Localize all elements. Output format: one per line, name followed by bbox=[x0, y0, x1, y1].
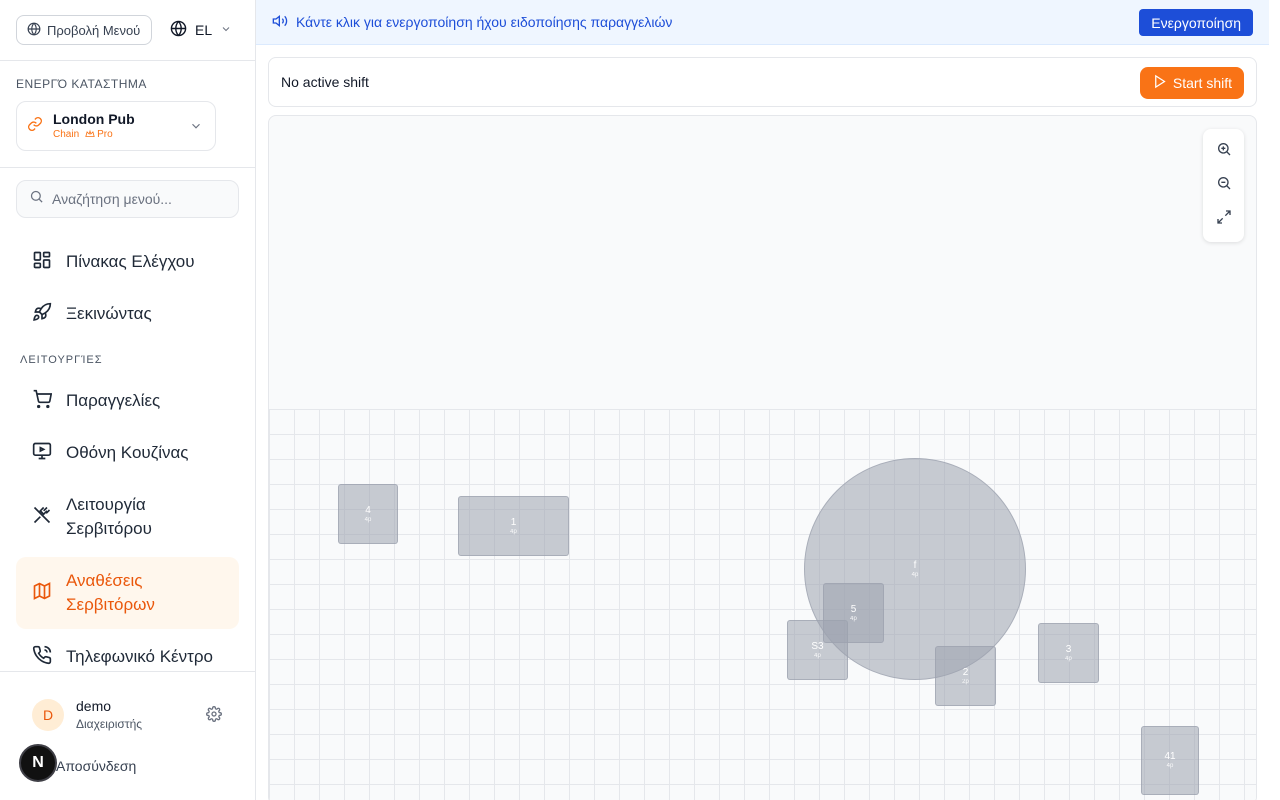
link-icon bbox=[27, 116, 43, 137]
table-1[interactable]: 1 4p bbox=[458, 496, 569, 556]
table-41[interactable]: 41 4p bbox=[1141, 726, 1199, 795]
nav-item-waiter-mode[interactable]: Λειτουργία Σερβιτόρου bbox=[16, 483, 239, 551]
table-number: 3 bbox=[1065, 643, 1072, 655]
store-plan: Pro bbox=[97, 128, 113, 140]
sound-notification-banner: Κάντε κλικ για ενεργοποίηση ήχου ειδοποί… bbox=[256, 0, 1269, 45]
table-4[interactable]: 4 4p bbox=[338, 484, 398, 544]
speaker-icon bbox=[272, 13, 288, 32]
floor-plan-canvas[interactable]: 4 4p 1 4p f 4p 5 4p S3 4p 2 2p 3 4p 41 4… bbox=[268, 115, 1257, 800]
table-number: S3 bbox=[811, 640, 824, 652]
menu-search[interactable] bbox=[16, 180, 239, 218]
table-seats: 2p bbox=[962, 678, 969, 685]
banner-text[interactable]: Κάντε κλικ για ενεργοποίηση ήχου ειδοποί… bbox=[296, 14, 672, 30]
nav-item-label: Αναθέσεις Σερβιτόρων bbox=[66, 571, 155, 614]
table-seats: 4p bbox=[850, 615, 857, 622]
map-icon bbox=[32, 581, 52, 606]
user-role: Διαχειριστής bbox=[76, 717, 143, 731]
table-seats: 4p bbox=[911, 571, 919, 578]
gear-icon[interactable] bbox=[206, 706, 222, 727]
nav-item-label: Τηλεφωνικό Κέντρο bbox=[66, 647, 213, 666]
language-selector[interactable]: EL bbox=[170, 18, 232, 42]
search-input[interactable] bbox=[52, 191, 222, 207]
table-number: 2 bbox=[962, 666, 969, 678]
nav-item-getting-started[interactable]: Ξεκινώντας bbox=[16, 292, 239, 336]
zoom-in-icon[interactable] bbox=[1216, 141, 1232, 162]
zoom-out-icon[interactable] bbox=[1216, 175, 1232, 196]
phone-icon bbox=[32, 645, 52, 670]
table-seats: 4p bbox=[814, 652, 821, 659]
globe-icon bbox=[170, 20, 187, 40]
table-seats: 4p bbox=[1065, 655, 1072, 662]
cart-icon bbox=[32, 389, 53, 414]
store-type: Chain bbox=[53, 128, 80, 140]
rocket-icon bbox=[32, 302, 52, 327]
divider bbox=[0, 167, 255, 168]
fit-view-icon[interactable] bbox=[1216, 209, 1232, 230]
logout-button[interactable]: Αποσύνδεση bbox=[56, 758, 136, 774]
avatar: D bbox=[32, 699, 64, 731]
zoom-controls bbox=[1203, 129, 1244, 242]
nav-item-waiter-assignments[interactable]: Αναθέσεις Σερβιτόρων bbox=[16, 557, 239, 629]
operations-section-label: ΛΕΙΤΟΥΡΓΊΕΣ bbox=[20, 354, 103, 366]
language-code: EL bbox=[195, 22, 213, 38]
sidebar: Προβολή Μενού EL ΕΝΕΡΓΌ ΚΑΤΑΣΤΗΜΑ London… bbox=[0, 0, 256, 800]
shift-status-text: No active shift bbox=[281, 74, 369, 90]
floor-grid bbox=[269, 409, 1256, 800]
utensils-icon bbox=[32, 505, 52, 530]
table-seats: 4p bbox=[1166, 763, 1174, 769]
chevron-down-icon bbox=[220, 22, 232, 38]
table-number: 5 bbox=[850, 603, 857, 615]
nav-item-orders[interactable]: Παραγγελίες bbox=[16, 379, 239, 423]
table-seats: 4p bbox=[364, 516, 372, 523]
dashboard-icon bbox=[32, 250, 52, 275]
nav-item-label: Παραγγελίες bbox=[66, 391, 161, 410]
table-number: f bbox=[913, 559, 917, 571]
start-shift-label: Start shift bbox=[1172, 75, 1232, 91]
store-selector[interactable]: London Pub Chain Pro bbox=[16, 101, 216, 151]
n-badge-button[interactable]: N bbox=[19, 744, 57, 782]
nav-item-label: Πίνακας Ελέγχου bbox=[66, 252, 195, 271]
nav-item-label: Οθόνη Κουζίνας bbox=[66, 443, 189, 462]
enable-sound-button[interactable]: Ενεργοποίηση bbox=[1139, 9, 1253, 36]
table-number: 41 bbox=[1164, 751, 1176, 762]
nav-item-label: Λειτουργία Σερβιτόρου bbox=[66, 495, 152, 538]
table-seats: 4p bbox=[510, 528, 517, 535]
store-name: London Pub bbox=[53, 110, 135, 127]
table-number: 4 bbox=[365, 504, 371, 516]
nav-item-kitchen-display[interactable]: Οθόνη Κουζίνας bbox=[16, 431, 239, 475]
start-shift-button[interactable]: Start shift bbox=[1139, 67, 1244, 99]
chevron-down-icon bbox=[189, 119, 203, 138]
sidebar-topbar: Προβολή Μενού EL bbox=[0, 0, 255, 61]
active-store-label: ΕΝΕΡΓΌ ΚΑΤΑΣΤΗΜΑ bbox=[16, 77, 147, 91]
user-name: demo bbox=[76, 698, 112, 714]
globe-icon bbox=[27, 22, 41, 39]
nav-item-dashboard[interactable]: Πίνακας Ελέγχου bbox=[16, 240, 239, 284]
crown-icon bbox=[85, 129, 95, 142]
table-number: 1 bbox=[510, 516, 517, 528]
nav-item-label: Ξεκινώντας bbox=[66, 304, 152, 323]
play-icon bbox=[1152, 74, 1167, 92]
menu-view-label: Προβολή Μενού bbox=[47, 22, 141, 38]
table-3[interactable]: 3 4p bbox=[1038, 623, 1099, 683]
monitor-icon bbox=[32, 441, 52, 466]
table-2[interactable]: 2 2p bbox=[935, 646, 996, 706]
shift-status-card: No active shift Start shift bbox=[268, 57, 1257, 107]
table-s3[interactable]: S3 4p bbox=[787, 620, 848, 680]
search-icon bbox=[29, 189, 44, 209]
menu-view-button[interactable]: Προβολή Μενού bbox=[16, 15, 152, 45]
